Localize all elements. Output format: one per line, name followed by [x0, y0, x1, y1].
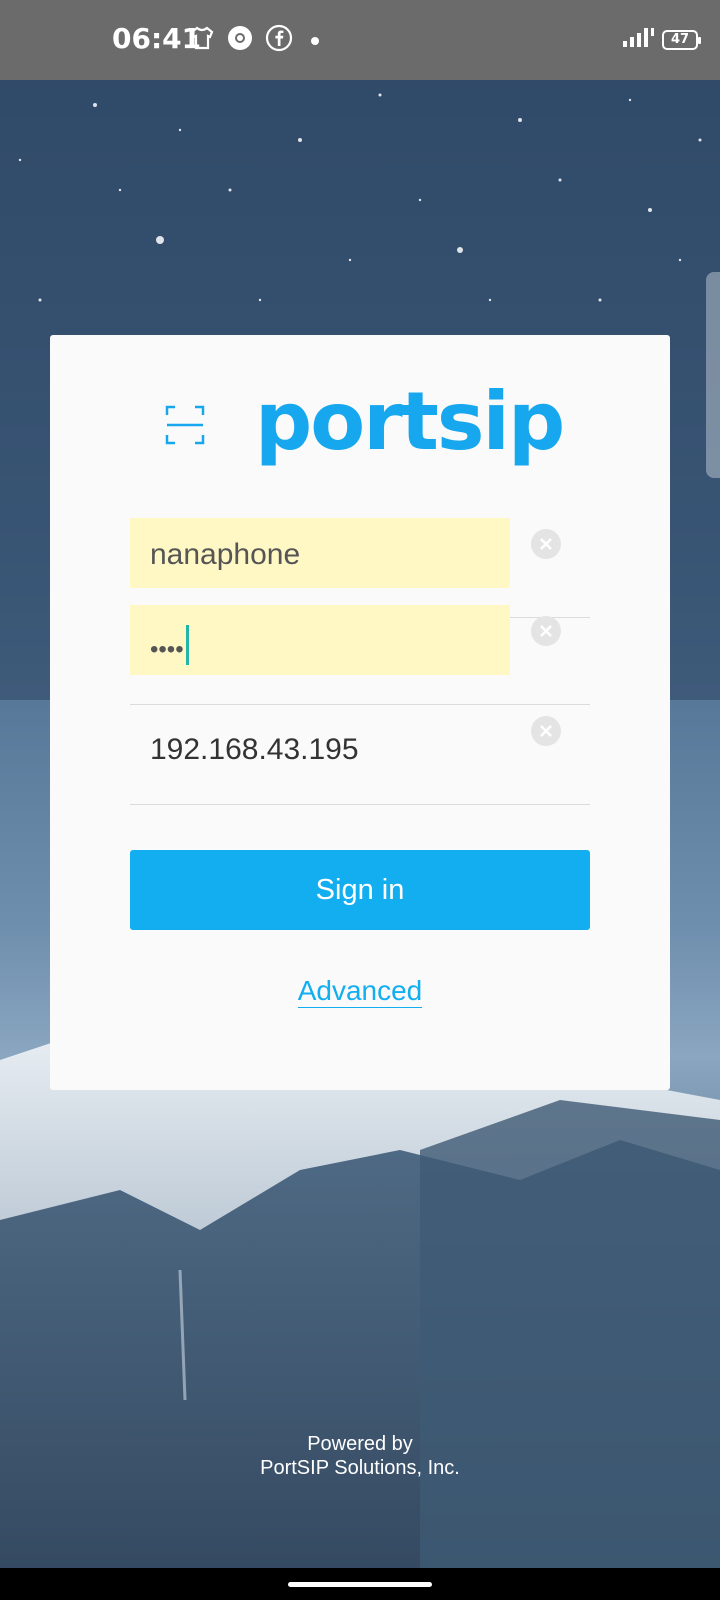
password-mask: ••••	[150, 636, 184, 663]
clear-server-icon[interactable]	[530, 715, 562, 747]
portsip-logo: portsip	[255, 375, 565, 468]
qr-scan-icon[interactable]	[165, 405, 205, 445]
advanced-link[interactable]: Advanced	[297, 975, 423, 1008]
powered-by-footer: Powered by PortSIP Solutions, Inc.	[0, 1432, 720, 1480]
text-cursor	[185, 625, 189, 665]
battery-icon: 47	[662, 29, 701, 50]
tshirt-icon	[188, 24, 216, 57]
home-gesture-handle[interactable]	[288, 1582, 432, 1587]
password-input[interactable]: ••••	[150, 625, 189, 665]
facebook-icon	[265, 24, 293, 57]
advanced-link-row: Advanced	[50, 975, 670, 1008]
clear-password-icon[interactable]	[530, 615, 562, 647]
login-card: portsip nanaphone •••• 192.168.43.195 Si…	[50, 335, 670, 1090]
status-bar: 06:41 47	[0, 0, 720, 80]
edge-panel-handle[interactable]	[706, 272, 720, 478]
username-field[interactable]: nanaphone	[130, 518, 590, 618]
signal-icon	[622, 26, 656, 53]
dot-icon	[310, 33, 320, 51]
powered-by-line2: PortSIP Solutions, Inc.	[260, 1457, 460, 1479]
chrome-icon	[226, 24, 254, 57]
status-right-group: 47	[622, 26, 701, 53]
sign-in-button[interactable]: Sign in	[130, 850, 590, 930]
server-field[interactable]: 192.168.43.195	[130, 705, 590, 805]
clear-username-icon[interactable]	[530, 528, 562, 560]
navigation-bar	[0, 1568, 720, 1600]
username-input[interactable]: nanaphone	[150, 538, 300, 572]
powered-by-line1: Powered by	[307, 1433, 413, 1455]
server-input[interactable]: 192.168.43.195	[150, 733, 359, 767]
password-field[interactable]: ••••	[130, 605, 590, 705]
